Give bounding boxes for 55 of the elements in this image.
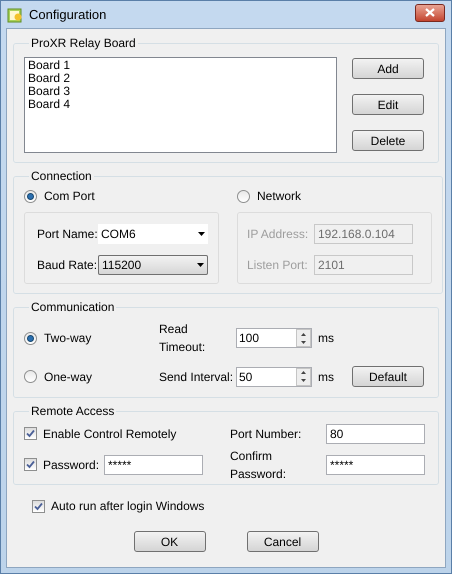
text-field[interactable]: 80 — [326, 424, 425, 444]
group-title: Remote Access — [30, 404, 116, 418]
push-button[interactable]: Add — [352, 58, 424, 79]
checkbox[interactable] — [24, 427, 37, 440]
window-title: Configuration — [29, 6, 108, 24]
radio-label: Com Port — [44, 188, 95, 205]
radio-label: Network — [257, 188, 302, 205]
checkbox-label: Auto run after login Windows — [51, 498, 204, 515]
list-item[interactable]: Board 3 — [28, 85, 333, 98]
spin-field[interactable]: 100 — [236, 328, 312, 348]
push-button[interactable]: Edit — [352, 94, 424, 115]
dropdown-arrow-icon — [197, 263, 204, 267]
checkbox[interactable] — [32, 500, 45, 512]
push-button[interactable]: OK — [134, 531, 206, 552]
checkbox-label: Password: — [43, 456, 98, 474]
text-field[interactable]: 2101 — [314, 255, 413, 275]
spin-arrows-icon[interactable] — [296, 329, 311, 347]
app-icon — [7, 6, 23, 22]
text-field[interactable]: 192.168.0.104 — [314, 224, 413, 244]
field-label: Send Interval: — [159, 368, 234, 386]
checkbox-label: Enable Control Remotely — [43, 426, 176, 442]
checkbox[interactable] — [24, 458, 37, 471]
push-button[interactable]: Delete — [352, 130, 424, 151]
radio-button[interactable] — [237, 190, 250, 202]
field-label: Port Number: — [230, 426, 302, 442]
text-field[interactable]: ***** — [326, 454, 425, 474]
group-title: Connection — [30, 169, 93, 183]
unit-label: ms — [318, 368, 335, 386]
field-label: IP Address: — [247, 226, 310, 243]
list-item[interactable]: Board 1 — [28, 59, 333, 72]
dropdown-field[interactable]: 115200 — [98, 255, 208, 275]
list-item[interactable]: Board 2 — [28, 72, 333, 85]
radio-button[interactable] — [24, 190, 37, 202]
text-field[interactable]: ***** — [104, 454, 203, 474]
close-icon — [425, 8, 435, 17]
radio-label: Two-way — [44, 330, 92, 347]
group-title: ProXR Relay Board — [30, 36, 137, 50]
unit-label: ms — [318, 330, 335, 347]
radio-button[interactable] — [24, 332, 37, 344]
dropdown-arrow-icon — [198, 232, 205, 236]
radio-label: One-way — [44, 368, 92, 386]
dropdown-field[interactable]: COM6 — [98, 224, 208, 244]
field-label: Confirm Password: — [230, 448, 288, 482]
field-label: Baud Rate: — [37, 257, 98, 274]
spin-field[interactable]: 50 — [236, 366, 312, 386]
list-item[interactable]: Board 4 — [28, 98, 333, 111]
field-label: Listen Port: — [247, 257, 309, 274]
push-button[interactable]: Cancel — [246, 531, 318, 552]
group-title: Communication — [30, 300, 116, 314]
field-label: Read Timeout: — [159, 321, 206, 356]
field-label: Port Name: — [37, 226, 98, 243]
spin-arrows-icon[interactable] — [296, 368, 311, 386]
push-button[interactable]: Default — [352, 366, 424, 387]
radio-button[interactable] — [24, 370, 37, 383]
close-button[interactable] — [415, 4, 445, 22]
